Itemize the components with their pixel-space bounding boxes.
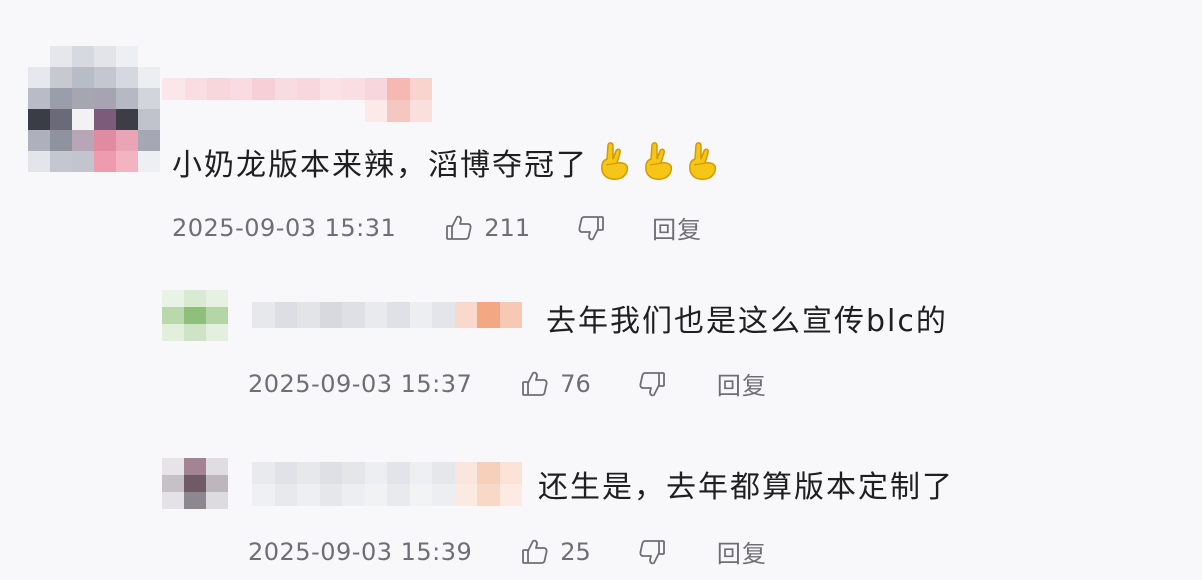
comment-body: 小奶龙版本来辣，滔博夺冠了	[172, 148, 588, 183]
thumbs-down-icon	[576, 213, 606, 243]
thumbs-up-icon	[444, 213, 474, 243]
thumbs-down-icon	[637, 537, 667, 567]
like-count: 25	[560, 537, 591, 566]
thumbs-down-icon	[637, 369, 667, 399]
username[interactable]	[252, 302, 522, 328]
dislike-button[interactable]	[637, 369, 667, 399]
username[interactable]	[162, 78, 432, 122]
thumbs-up-icon	[520, 369, 550, 399]
dislike-button[interactable]	[576, 213, 606, 243]
avatar[interactable]	[162, 290, 228, 341]
comment-meta: 2025-09-03 15:37 76 回复	[248, 366, 767, 401]
timestamp: 2025-09-03 15:37	[248, 369, 473, 398]
comment-text: 还生是，去年都算版本定制了	[538, 470, 954, 505]
comment-text: 去年我们也是这么宣传blc的	[546, 304, 948, 339]
avatar[interactable]	[162, 458, 228, 509]
comment-thread: 小奶龙版本来辣，滔博夺冠了 2025-09-03 15:31 211 回复 去年…	[0, 0, 1202, 580]
like-count: 211	[484, 213, 531, 242]
timestamp: 2025-09-03 15:39	[248, 537, 473, 566]
username[interactable]	[252, 462, 522, 506]
reply-button[interactable]: 回复	[717, 534, 767, 569]
fingers-crossed-icon	[640, 141, 678, 181]
avatar[interactable]	[28, 46, 160, 172]
comment-meta: 2025-09-03 15:39 25 回复	[248, 534, 767, 569]
fingers-crossed-icon	[596, 141, 634, 181]
reply-button[interactable]: 回复	[717, 366, 767, 401]
like-button[interactable]: 76	[520, 369, 591, 399]
like-button[interactable]: 211	[444, 213, 530, 243]
comment-meta: 2025-09-03 15:31 211 回复	[172, 210, 702, 245]
comment-text: 小奶龙版本来辣，滔博夺冠了	[172, 140, 722, 184]
emoji-group	[596, 141, 722, 181]
thumbs-up-icon	[520, 537, 550, 567]
fingers-crossed-icon	[684, 141, 722, 181]
like-count: 76	[560, 369, 591, 398]
reply-button[interactable]: 回复	[652, 210, 702, 245]
timestamp: 2025-09-03 15:31	[172, 213, 397, 242]
dislike-button[interactable]	[637, 537, 667, 567]
like-button[interactable]: 25	[520, 537, 591, 567]
